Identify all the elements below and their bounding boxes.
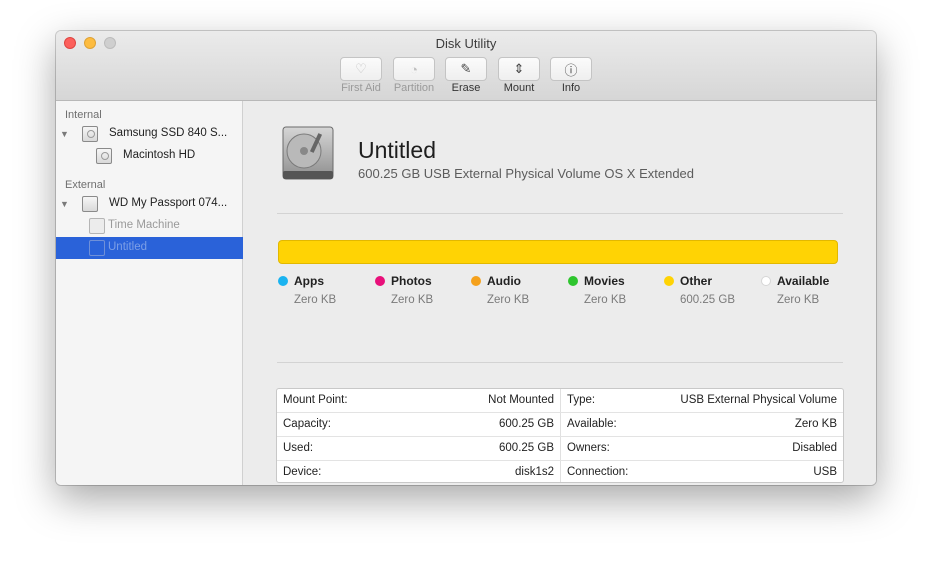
- info-table: Mount Point: Not Mounted Type: USB Exter…: [276, 388, 844, 483]
- legend-dot: [278, 276, 288, 286]
- window-title: Disk Utility: [435, 36, 497, 51]
- hard-drive-icon: [282, 126, 334, 180]
- stethoscope-icon: ♡: [355, 61, 367, 76]
- sidebar-item-untitled[interactable]: Untitled: [56, 237, 243, 259]
- divider: [277, 213, 843, 214]
- table-row: Capacity: 600.25 GB Available: Zero KB: [277, 413, 843, 437]
- legend-value: Zero KB: [487, 294, 530, 306]
- sidebar-item-time-machine[interactable]: Time Machine: [108, 219, 180, 231]
- internal-drive-icon: [82, 126, 98, 142]
- legend-dot: [568, 276, 578, 286]
- info-icon: ⓘ: [564, 62, 578, 78]
- info-value: 600.25 GB: [499, 442, 554, 454]
- info-key: Used:: [283, 442, 314, 454]
- info-value: Disabled: [792, 442, 837, 454]
- sidebar-header-internal: Internal: [65, 109, 102, 121]
- external-volume-icon: [89, 240, 105, 256]
- sidebar: Internal ▼ Samsung SSD 840 S... Macintos…: [56, 101, 243, 485]
- legend-dot: [761, 276, 771, 286]
- info-value: USB: [813, 466, 837, 478]
- legend-value: Zero KB: [777, 294, 820, 306]
- sidebar-item-label: Untitled: [108, 241, 147, 253]
- info-value: USB External Physical Volume: [680, 394, 837, 406]
- legend-dot: [664, 276, 674, 286]
- main-content: Untitled 600.25 GB USB External Physical…: [244, 101, 876, 485]
- legend-label: Other: [680, 274, 713, 288]
- info-key: Device:: [283, 466, 322, 478]
- disclosure-triangle-icon[interactable]: ▼: [60, 199, 69, 209]
- info-key: Available:: [567, 418, 617, 430]
- legend-value: Zero KB: [584, 294, 627, 306]
- sidebar-header-external: External: [65, 179, 106, 191]
- info-label: Info: [561, 82, 581, 94]
- info-key: Mount Point:: [283, 394, 348, 406]
- mount-button[interactable]: ⇕: [498, 57, 540, 81]
- erase-button[interactable]: ✎: [445, 57, 487, 81]
- legend-label: Apps: [294, 274, 324, 288]
- info-value: 600.25 GB: [499, 418, 554, 430]
- info-key: Capacity:: [283, 418, 331, 430]
- sidebar-item-wd-passport[interactable]: WD My Passport 074...: [109, 197, 227, 209]
- external-volume-icon: [89, 218, 105, 234]
- legend-label: Photos: [391, 274, 432, 288]
- partition-button[interactable]: ◔: [393, 57, 435, 81]
- legend-value: 600.25 GB: [680, 294, 735, 306]
- external-drive-icon: [82, 196, 98, 212]
- legend-label: Available: [777, 274, 830, 288]
- volume-name: Untitled: [358, 137, 436, 163]
- sidebar-item-samsung-ssd[interactable]: Samsung SSD 840 S...: [109, 127, 227, 139]
- table-row: Mount Point: Not Mounted Type: USB Exter…: [277, 389, 843, 413]
- info-value: Zero KB: [794, 418, 837, 430]
- disk-utility-window: Disk Utility ♡ First Aid ◔ Partition ✎ E…: [56, 31, 876, 485]
- table-row: Used: 600.25 GB Owners: Disabled: [277, 437, 843, 461]
- mount-icon: ⇕: [513, 61, 525, 76]
- usage-bar: [278, 240, 838, 264]
- volume-description: 600.25 GB USB External Physical Volume O…: [358, 166, 695, 181]
- legend-label: Audio: [487, 274, 521, 288]
- legend-value: Zero KB: [391, 294, 434, 306]
- legend-dot: [375, 276, 385, 286]
- disclosure-triangle-icon[interactable]: ▼: [60, 129, 69, 139]
- erase-label: Erase: [451, 82, 481, 94]
- sidebar-item-macintosh-hd[interactable]: Macintosh HD: [123, 149, 195, 161]
- legend-dot: [471, 276, 481, 286]
- partition-label: Partition: [393, 82, 435, 94]
- titlebar: Disk Utility ♡ First Aid ◔ Partition ✎ E…: [56, 31, 876, 101]
- legend-value: Zero KB: [294, 294, 337, 306]
- volume-drive-icon: [96, 148, 112, 164]
- erase-icon: ✎: [460, 61, 472, 76]
- pie-icon: ◔: [410, 61, 418, 77]
- table-row: Device: disk1s2 Connection: USB: [277, 461, 843, 485]
- info-value: disk1s2: [515, 466, 554, 478]
- divider: [277, 362, 843, 363]
- info-key: Connection:: [567, 466, 629, 478]
- info-key: Owners:: [567, 442, 610, 454]
- first-aid-label: First Aid: [341, 82, 381, 94]
- info-button[interactable]: ⓘ: [550, 57, 592, 81]
- first-aid-button[interactable]: ♡: [340, 57, 382, 81]
- info-value: Not Mounted: [488, 394, 554, 406]
- mount-label: Mount: [503, 82, 535, 94]
- info-key: Type:: [567, 394, 596, 406]
- legend-label: Movies: [584, 274, 625, 288]
